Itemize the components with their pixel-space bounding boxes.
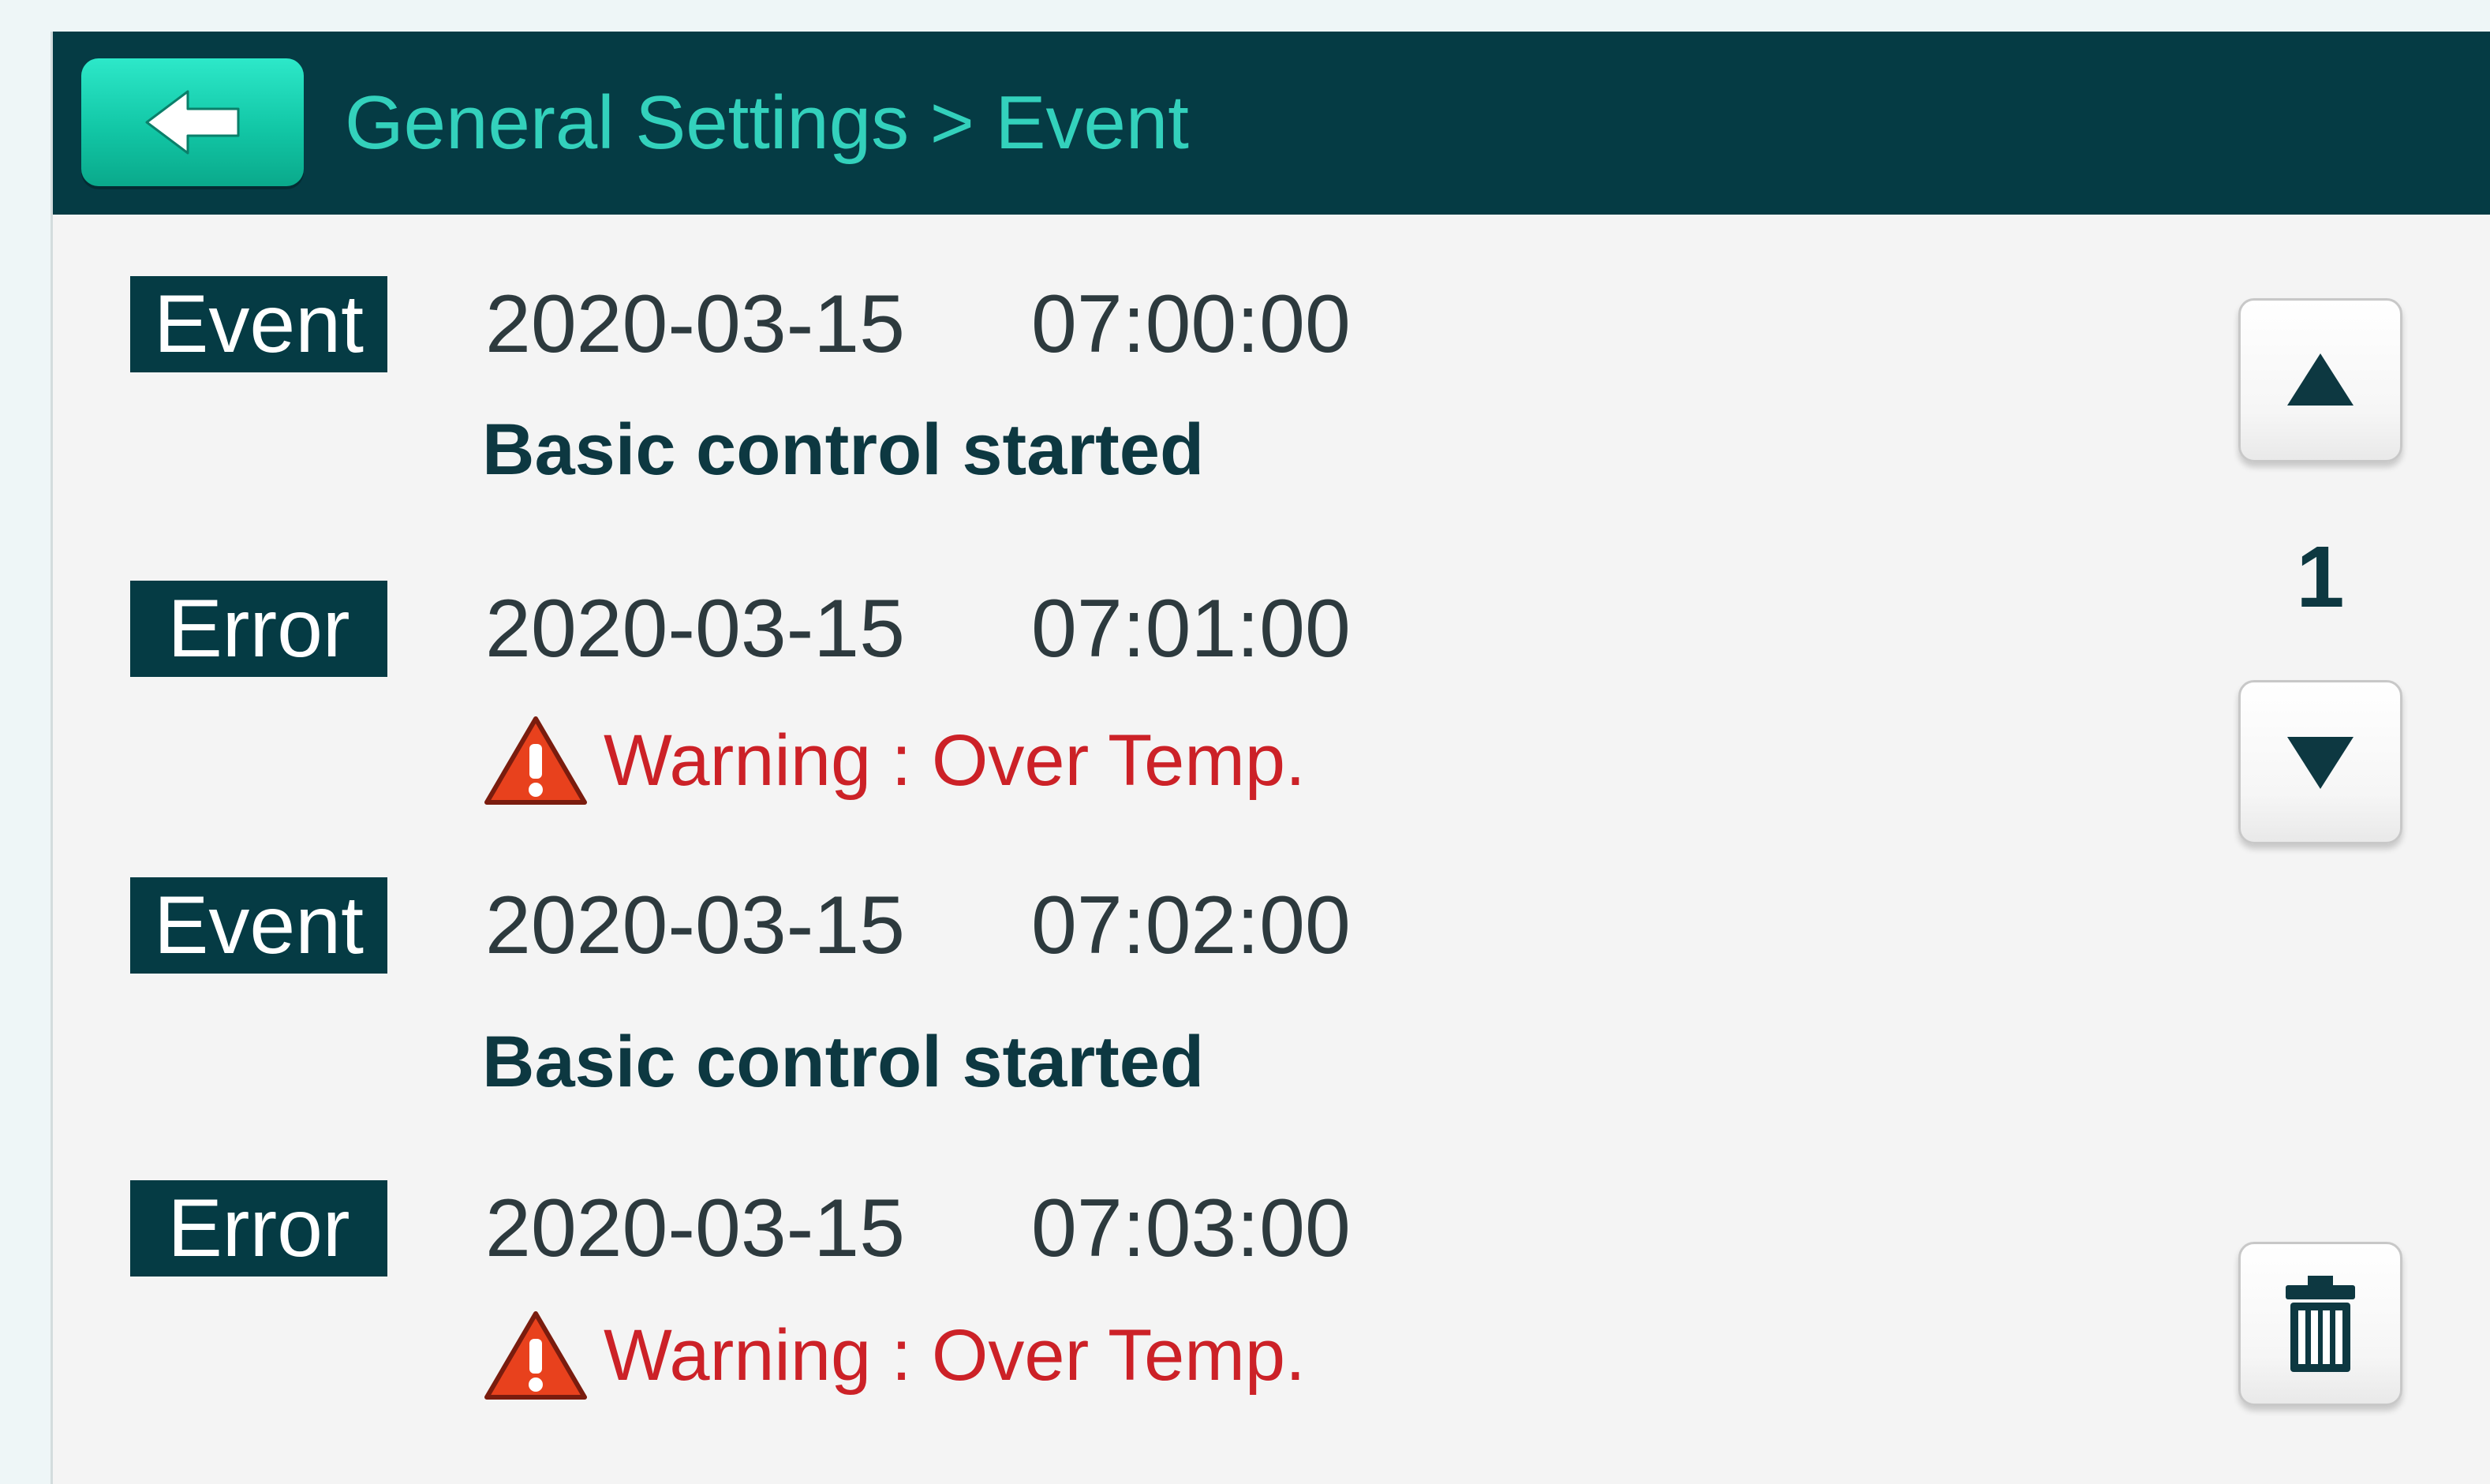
warning-icon (484, 716, 587, 805)
scroll-down-button[interactable] (2238, 680, 2402, 844)
event-description: Basic control started (482, 1022, 1205, 1102)
page-title: General Settings > Event (345, 80, 1189, 165)
arrow-left-icon (145, 90, 240, 155)
event-type-badge: Event (130, 877, 387, 974)
trash-icon (2286, 1276, 2355, 1372)
event-time: 07:02:00 (1031, 880, 1351, 971)
event-warning: Warning : Over Temp. (482, 713, 1306, 808)
warning-text: Warning : Over Temp. (604, 1315, 1306, 1396)
event-warning: Warning : Over Temp. (482, 1308, 1306, 1403)
event-type-badge: Error (130, 581, 387, 677)
delete-button[interactable] (2238, 1242, 2402, 1406)
triangle-up-icon (2287, 353, 2354, 406)
header-bar: General Settings > Event (53, 32, 2490, 215)
event-date: 2020-03-15 (485, 583, 905, 675)
scroll-up-button[interactable] (2238, 298, 2402, 462)
event-type-badge: Error (130, 1180, 387, 1277)
page-number: 1 (2296, 529, 2345, 626)
event-log-screen: General Settings > Event Event 2020-03-1… (50, 32, 2490, 1484)
event-date: 2020-03-15 (485, 278, 905, 370)
event-date: 2020-03-15 (485, 880, 905, 971)
triangle-down-icon (2287, 737, 2354, 789)
event-type-badge: Event (130, 276, 387, 372)
warning-icon (484, 1311, 587, 1400)
warning-text: Warning : Over Temp. (604, 720, 1306, 801)
event-time: 07:01:00 (1031, 583, 1351, 675)
back-button[interactable] (81, 58, 304, 186)
event-description: Basic control started (482, 409, 1205, 490)
event-date: 2020-03-15 (485, 1183, 905, 1274)
event-time: 07:03:00 (1031, 1183, 1351, 1274)
event-time: 07:00:00 (1031, 278, 1351, 370)
